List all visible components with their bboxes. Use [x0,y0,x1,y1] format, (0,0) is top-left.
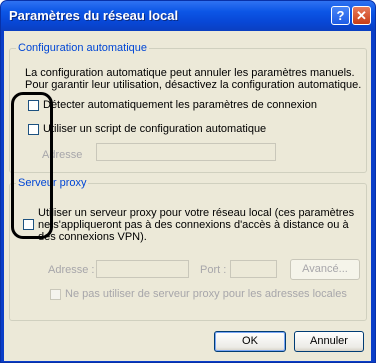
close-button[interactable]: ✕ [352,6,371,25]
dialog-body: Configuration automatique La configurati… [4,31,371,361]
dialog-title: Paramètres du réseau local [9,8,179,23]
proxy-address-input[interactable] [96,260,189,278]
auto-config-group-label: Configuration automatique [16,42,150,54]
proxy-port-label: Port : [200,264,227,276]
proxy-address-label: Adresse : [48,264,95,276]
use-proxy-checkbox[interactable] [23,219,34,230]
detect-settings-checkbox[interactable] [28,100,39,111]
proxy-group: Serveur proxy [9,177,367,321]
script-address-input[interactable] [96,143,276,161]
bypass-local-label: Ne pas utiliser de serveur proxy pour le… [65,288,347,300]
script-address-label: Adresse [42,149,83,161]
ok-button-label: OK [242,335,258,347]
ok-button[interactable]: OK [214,331,286,352]
lan-settings-dialog: Paramètres du réseau local ? ✕ Configura… [0,0,376,363]
proxy-group-label: Serveur proxy [16,177,89,189]
auto-config-script-checkbox[interactable] [28,124,39,135]
bypass-local-checkbox[interactable] [50,289,61,300]
auto-config-script-label[interactable]: Utiliser un script de configuration auto… [43,123,266,135]
advanced-button[interactable]: Avancé... [290,259,360,280]
detect-settings-label[interactable]: Détecter automatiquement les paramètres … [43,99,317,111]
use-proxy-label[interactable]: Utiliser un serveur proxy pour votre rés… [38,207,364,243]
question-mark-icon: ? [336,8,345,23]
cancel-button-label: Annuler [310,335,348,347]
title-bar[interactable]: Paramètres du réseau local ? ✕ [1,1,375,31]
advanced-button-label: Avancé... [302,263,348,275]
cancel-button[interactable]: Annuler [294,331,364,352]
help-button[interactable]: ? [331,6,350,25]
proxy-port-input[interactable] [230,260,277,278]
close-icon: ✕ [356,8,367,23]
auto-config-description: La configuration automatique peut annule… [25,67,362,91]
